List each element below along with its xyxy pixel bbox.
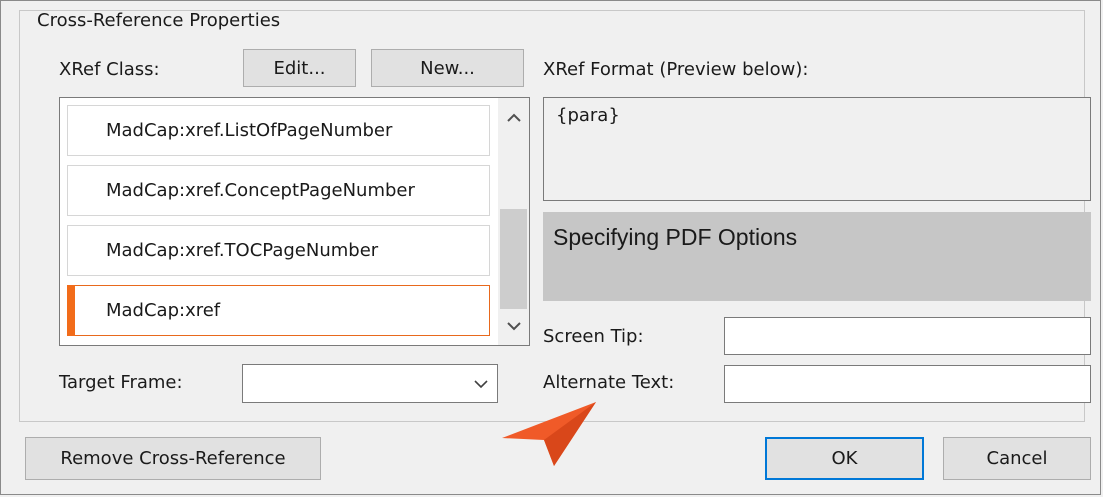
list-item-label: MadCap:xref.ListOfPageNumber xyxy=(106,120,393,141)
list-item[interactable]: MadCap:xref.TOCPageNumber xyxy=(67,225,490,276)
chevron-down-icon xyxy=(474,380,488,389)
list-item-label: MadCap:xref.ConceptPageNumber xyxy=(106,180,415,201)
format-preview: Specifying PDF Options xyxy=(543,212,1091,301)
new-button[interactable]: New... xyxy=(371,49,524,87)
list-item[interactable]: MadCap:xref.ConceptPageNumber xyxy=(67,165,490,216)
target-frame-label: Target Frame: xyxy=(59,372,183,393)
scroll-down-button[interactable] xyxy=(498,306,529,345)
list-item-selected[interactable]: MadCap:xref xyxy=(67,285,490,336)
screen-tip-label: Screen Tip: xyxy=(543,326,644,347)
chevron-up-icon xyxy=(506,113,521,122)
alternate-text-label: Alternate Text: xyxy=(543,372,675,393)
chevron-down-icon xyxy=(506,322,521,331)
remove-cross-reference-button[interactable]: Remove Cross-Reference xyxy=(25,437,321,480)
xref-class-label: XRef Class: xyxy=(59,59,160,80)
xref-class-list[interactable]: MadCap:xref.ListOfPageNumber MadCap:xref… xyxy=(59,97,530,346)
xref-format-field[interactable]: {para} xyxy=(543,97,1091,201)
edit-button[interactable]: Edit... xyxy=(243,49,356,87)
vertical-scrollbar[interactable] xyxy=(498,98,529,345)
group-legend: Cross-Reference Properties xyxy=(32,11,286,31)
screen-tip-input[interactable] xyxy=(724,317,1091,355)
xref-format-label: XRef Format (Preview below): xyxy=(543,59,809,80)
cancel-button[interactable]: Cancel xyxy=(943,437,1091,480)
alternate-text-input[interactable] xyxy=(724,365,1091,403)
format-preview-text: Specifying PDF Options xyxy=(553,224,798,250)
list-item-label: MadCap:xref xyxy=(106,300,221,321)
selection-indicator xyxy=(67,285,75,336)
list-item-label: MadCap:xref.TOCPageNumber xyxy=(106,240,379,261)
ok-button[interactable]: OK xyxy=(765,437,924,480)
scroll-thumb[interactable] xyxy=(500,209,527,309)
pointer-arrow-icon xyxy=(502,402,596,466)
xref-format-value: {para} xyxy=(556,105,620,126)
list-item[interactable]: MadCap:xref.ListOfPageNumber xyxy=(67,105,490,156)
scroll-up-button[interactable] xyxy=(498,98,529,138)
target-frame-dropdown[interactable] xyxy=(242,364,498,403)
